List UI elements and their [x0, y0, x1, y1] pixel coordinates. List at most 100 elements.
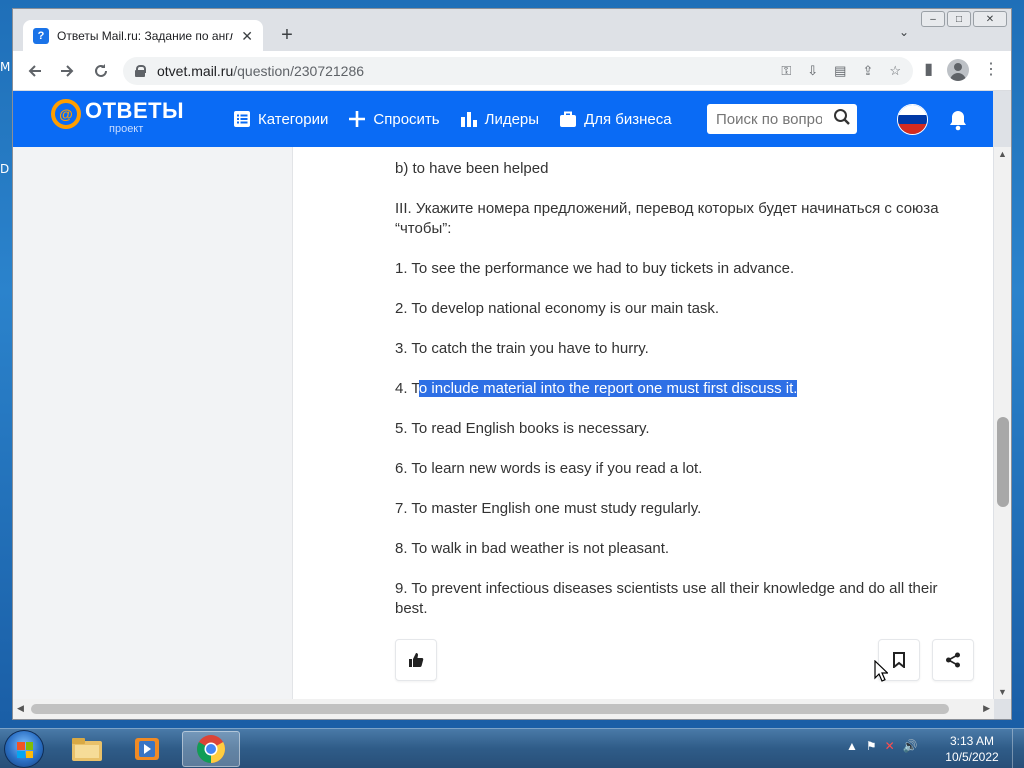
scroll-down-arrow-icon[interactable]: ▼ — [998, 687, 1007, 697]
search-box — [707, 104, 857, 134]
bar-chart-icon — [460, 110, 478, 128]
taskbar: ▲ ⚑ ✕ 🔊 3:13 AM 10/5/2022 — [0, 728, 1024, 768]
favicon-icon: ? — [33, 28, 49, 44]
address-bar[interactable]: otvet.mail.ru/question/230721286 ⚿ ⇩ ▤ ⇪… — [123, 57, 913, 85]
bookmark-star-icon[interactable]: ☆ — [889, 63, 901, 79]
tray-expand-icon[interactable]: ▲ — [846, 739, 858, 753]
list-icon — [233, 110, 251, 128]
taskbar-media-player[interactable] — [118, 731, 176, 767]
language-flag-icon[interactable] — [897, 104, 928, 135]
tab-strip: ? Ответы Mail.ru: Задание по англ ✕ + ⌄ … — [13, 9, 1011, 52]
mouse-cursor-icon — [874, 659, 889, 687]
media-player-icon — [135, 738, 159, 760]
vertical-scroll-thumb[interactable] — [997, 417, 1009, 507]
profile-avatar[interactable] — [947, 59, 969, 81]
scroll-right-arrow-icon[interactable]: ▶ — [983, 703, 990, 714]
scroll-left-arrow-icon[interactable]: ◀ — [17, 703, 24, 714]
share-nodes-icon — [946, 652, 960, 668]
text-line: 1. To see the performance we had to buy … — [395, 260, 795, 277]
text-line: 3. To catch the train you have to hurry. — [395, 340, 649, 357]
start-button[interactable] — [4, 730, 44, 768]
site-logo[interactable]: @ ОТВЕТЫ проект — [51, 99, 184, 135]
taskbar-explorer[interactable] — [58, 731, 116, 767]
text-line-selected: 4. To include material into the report o… — [395, 379, 955, 399]
url-host: otvet.mail.ru — [157, 63, 234, 79]
desktop-icon-label[interactable]: M — [0, 60, 10, 74]
search-icon[interactable] — [833, 108, 851, 131]
main-nav: Категории Спросить Лидеры Для бизнеса — [233, 91, 672, 147]
reload-button[interactable] — [89, 59, 113, 83]
nav-categories[interactable]: Категории — [233, 110, 328, 128]
minimize-button[interactable]: – — [921, 11, 945, 27]
plus-icon — [348, 110, 366, 128]
text-line: b) to have been helped — [395, 160, 549, 177]
close-window-button[interactable]: ✕ — [973, 11, 1007, 27]
nav-label: Спросить — [373, 110, 440, 128]
selected-text: o include material into the report one m… — [418, 380, 798, 397]
thumbs-up-icon — [409, 653, 424, 667]
vertical-scrollbar[interactable]: ▲ ▼ — [994, 147, 1011, 699]
key-icon[interactable]: ⚿ — [781, 63, 791, 79]
action-center-icon[interactable]: ⚑ — [866, 739, 877, 753]
text-line: 7. To master English one must study regu… — [395, 500, 702, 517]
page-body: b) to have been helped III. Укажите номе… — [13, 147, 993, 699]
text-prefix: 4. T — [395, 380, 419, 397]
horizontal-scroll-thumb[interactable] — [31, 704, 949, 714]
install-icon[interactable]: ⇩ — [807, 63, 818, 79]
forward-button[interactable] — [55, 59, 79, 83]
bookmark-icon — [893, 652, 905, 668]
show-desktop-button[interactable] — [1012, 729, 1024, 768]
network-icon[interactable]: ✕ — [885, 739, 895, 753]
browser-tab[interactable]: ? Ответы Mail.ru: Задание по англ ✕ — [23, 20, 263, 52]
nav-label: Для бизнеса — [584, 110, 672, 128]
system-clock[interactable]: 3:13 AM 10/5/2022 — [940, 733, 1004, 765]
folder-icon — [72, 738, 102, 761]
search-input[interactable] — [716, 110, 822, 128]
logo-sub: проект — [109, 123, 144, 135]
tab-search-chevron-icon[interactable]: ⌄ — [899, 25, 909, 39]
share-icon[interactable]: ⇪ — [862, 63, 873, 79]
system-tray: ▲ ⚑ ✕ 🔊 — [846, 739, 918, 753]
tab-title: Ответы Mail.ru: Задание по англ — [57, 29, 233, 43]
logo-name: ОТВЕТЫ — [85, 98, 185, 123]
at-logo-icon: @ — [51, 99, 81, 129]
nav-label: Лидеры — [484, 110, 540, 128]
clock-time: 3:13 AM — [949, 734, 995, 748]
browser-toolbar: otvet.mail.ru/question/230721286 ⚿ ⇩ ▤ ⇪… — [13, 51, 1011, 91]
back-button[interactable] — [23, 59, 47, 83]
share-button[interactable] — [932, 639, 974, 681]
like-button[interactable] — [395, 639, 437, 681]
text-line: 2. To develop national economy is our ma… — [395, 300, 720, 317]
chrome-icon — [197, 735, 225, 763]
side-panel-icon[interactable]: ▮ — [924, 59, 933, 81]
taskbar-chrome[interactable] — [182, 731, 240, 767]
lock-icon[interactable] — [135, 65, 146, 77]
site-header: @ ОТВЕТЫ проект Категории Спросить Лидер… — [13, 91, 993, 147]
desktop-icon-label[interactable]: D — [0, 162, 9, 176]
clock-date: 10/5/2022 — [945, 750, 999, 764]
scroll-up-arrow-icon[interactable]: ▲ — [998, 149, 1007, 159]
menu-kebab-icon[interactable]: ⋮ — [983, 59, 999, 81]
nav-label: Категории — [258, 110, 329, 128]
text-line: 9. To prevent infectious diseases scient… — [395, 580, 938, 617]
browser-window: ? Ответы Mail.ru: Задание по англ ✕ + ⌄ … — [12, 8, 1012, 720]
windows-logo-icon — [17, 742, 33, 758]
left-sidebar — [13, 147, 293, 699]
window-controls: – □ ✕ — [921, 11, 1007, 27]
nav-ask[interactable]: Спросить — [348, 110, 440, 128]
nav-leaders[interactable]: Лидеры — [460, 110, 539, 128]
translate-icon[interactable]: ▤ — [834, 63, 846, 79]
briefcase-icon — [559, 110, 577, 128]
url-path: /question/230721286 — [233, 63, 365, 79]
tab-close-icon[interactable]: ✕ — [241, 28, 253, 45]
text-line: 6. To learn new words is easy if you rea… — [395, 460, 703, 477]
text-line: 8. To walk in bad weather is not pleasan… — [395, 540, 670, 557]
text-line: 5. To read English books is necessary. — [395, 420, 650, 437]
volume-icon[interactable]: 🔊 — [903, 739, 918, 753]
text-line: III. Укажите номера предложений, перевод… — [395, 200, 939, 237]
horizontal-scrollbar[interactable]: ◀ ▶ — [13, 699, 994, 719]
notifications-bell-icon[interactable] — [948, 109, 968, 136]
new-tab-button[interactable]: + — [275, 23, 299, 47]
nav-business[interactable]: Для бизнеса — [559, 110, 672, 128]
maximize-button[interactable]: □ — [947, 11, 971, 27]
